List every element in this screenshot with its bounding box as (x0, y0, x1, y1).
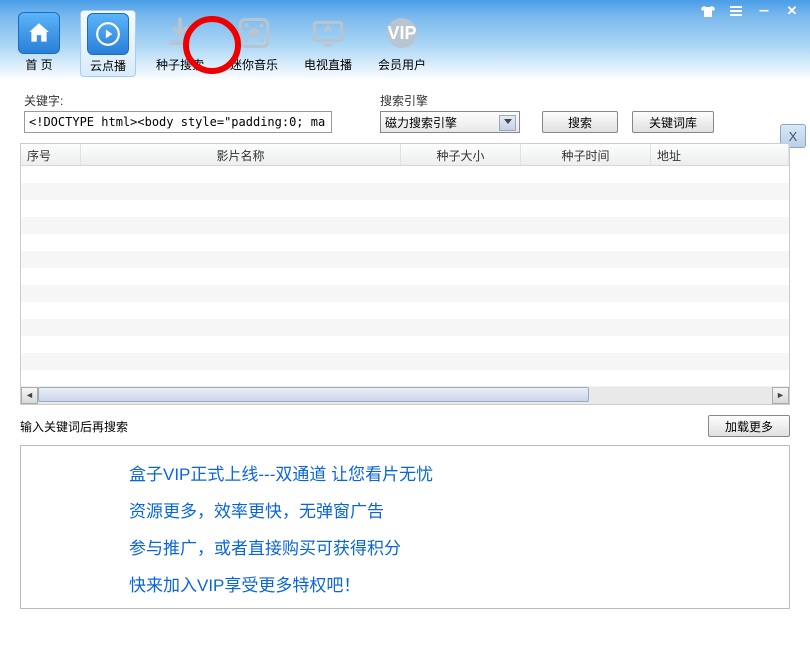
nav-label: 首 页 (25, 56, 52, 73)
nav-label: 会员用户 (378, 56, 426, 73)
keyword-label: 关键字: (24, 92, 332, 109)
engine-dropdown[interactable]: 磁力搜索引擎 (380, 111, 520, 133)
scroll-thumb[interactable] (38, 387, 589, 402)
nav-label: 迷你音乐 (230, 56, 278, 73)
close-icon[interactable]: ✕ (784, 4, 800, 18)
nav-tv[interactable]: 电视直播 (298, 10, 358, 75)
window-controls: ‒ ✕ (700, 4, 800, 18)
promo-line-1: 盒子VIP正式上线---双通道 让您看片无忧 (39, 460, 771, 485)
music-icon (233, 12, 275, 54)
minimize-icon[interactable]: ‒ (756, 4, 772, 18)
promo-box: 盒子VIP正式上线---双通道 让您看片无忧 资源更多，效率更快，无弹窗广告 参… (20, 445, 790, 609)
status-row: 输入关键词后再搜索 加载更多 (20, 415, 790, 437)
col-time[interactable]: 种子时间 (521, 144, 651, 165)
play-icon (87, 13, 129, 55)
dropdown-value: 磁力搜索引擎 (385, 114, 457, 131)
keyword-input[interactable] (24, 111, 332, 133)
nav-music[interactable]: 迷你音乐 (224, 10, 284, 75)
nav-home[interactable]: 首 页 (12, 10, 66, 75)
col-size[interactable]: 种子大小 (401, 144, 521, 165)
title-bar: 首 页 云点播 种子搜索 迷你音乐 电视直播 VIP 会员用户 ‒ ✕ (0, 0, 810, 80)
nav-label: 云点播 (90, 57, 126, 74)
col-addr[interactable]: 地址 (651, 144, 789, 165)
nav-seed-search[interactable]: 种子搜索 (150, 10, 210, 75)
col-index[interactable]: 序号 (21, 144, 81, 165)
nav-vip[interactable]: VIP 会员用户 (372, 10, 432, 75)
menu-icon[interactable] (728, 4, 744, 18)
nav-label: 电视直播 (304, 56, 352, 73)
vip-icon: VIP (381, 12, 423, 54)
engine-label: 搜索引擎 (380, 92, 520, 109)
scroll-right-icon[interactable]: ► (772, 387, 789, 404)
horizontal-scrollbar[interactable]: ◄ ► (21, 386, 789, 404)
scroll-left-icon[interactable]: ◄ (21, 387, 38, 404)
promo-line-3: 参与推广，或者直接购买可获得积分 (39, 534, 771, 559)
nav-label: 种子搜索 (156, 56, 204, 73)
main-panel: 关键字: 搜索引擎 磁力搜索引擎 搜索 关键词库 X 序号 影片名称 种子大小 … (0, 80, 810, 621)
search-row: 关键字: 搜索引擎 磁力搜索引擎 搜索 关键词库 (20, 92, 790, 133)
nav-cloud-play[interactable]: 云点播 (80, 10, 136, 77)
chevron-down-icon (504, 119, 512, 124)
tv-icon (307, 12, 349, 54)
scroll-track[interactable] (38, 387, 772, 404)
svg-text:VIP: VIP (388, 23, 417, 43)
download-icon (159, 12, 201, 54)
promo-line-4: 快来加入VIP享受更多特权吧！ (39, 571, 771, 596)
home-icon (18, 12, 60, 54)
keyword-dict-button[interactable]: 关键词库 (632, 111, 714, 133)
search-button[interactable]: 搜索 (542, 111, 618, 133)
table-header: 序号 影片名称 种子大小 种子时间 地址 (21, 144, 789, 166)
col-name[interactable]: 影片名称 (81, 144, 401, 165)
skin-icon[interactable] (700, 4, 716, 18)
status-hint: 输入关键词后再搜索 (20, 418, 128, 435)
promo-line-2: 资源更多，效率更快，无弹窗广告 (39, 497, 771, 522)
table-body (21, 166, 789, 386)
load-more-button[interactable]: 加载更多 (708, 415, 790, 437)
results-table: 序号 影片名称 种子大小 种子时间 地址 ◄ ► (20, 143, 790, 405)
